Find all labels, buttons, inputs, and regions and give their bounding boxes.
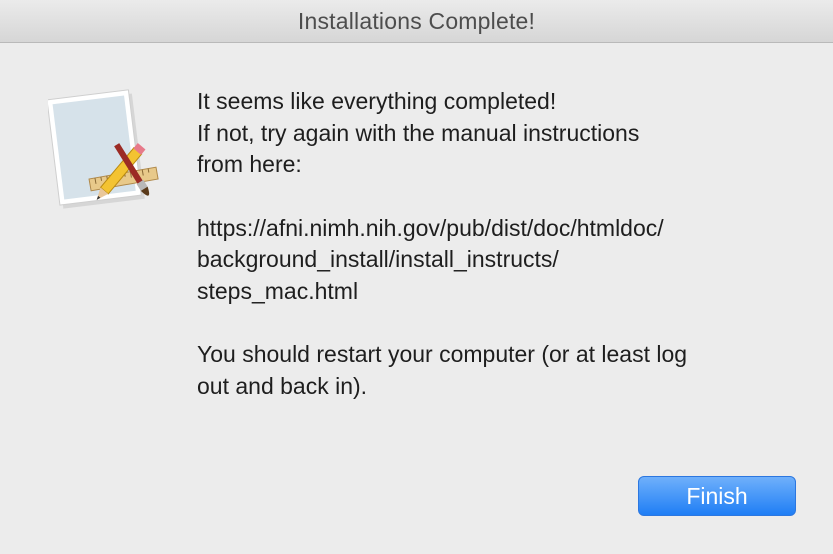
finish-button[interactable]: Finish [638, 476, 796, 516]
script-editor-icon [46, 86, 164, 210]
dialog-window: Installations Complete! It seems like ev… [0, 0, 833, 554]
instructions-url: https://afni.nimh.nih.gov/pub/dist/doc/h… [197, 214, 664, 304]
window-title: Installations Complete! [297, 7, 536, 34]
dialog-message: It seems like everything completed! If n… [197, 86, 807, 402]
completion-message: It seems like everything completed! If n… [197, 88, 640, 177]
restart-note: You should restart your computer (or at … [197, 341, 688, 399]
title-bar[interactable]: Installations Complete! [0, 0, 833, 43]
